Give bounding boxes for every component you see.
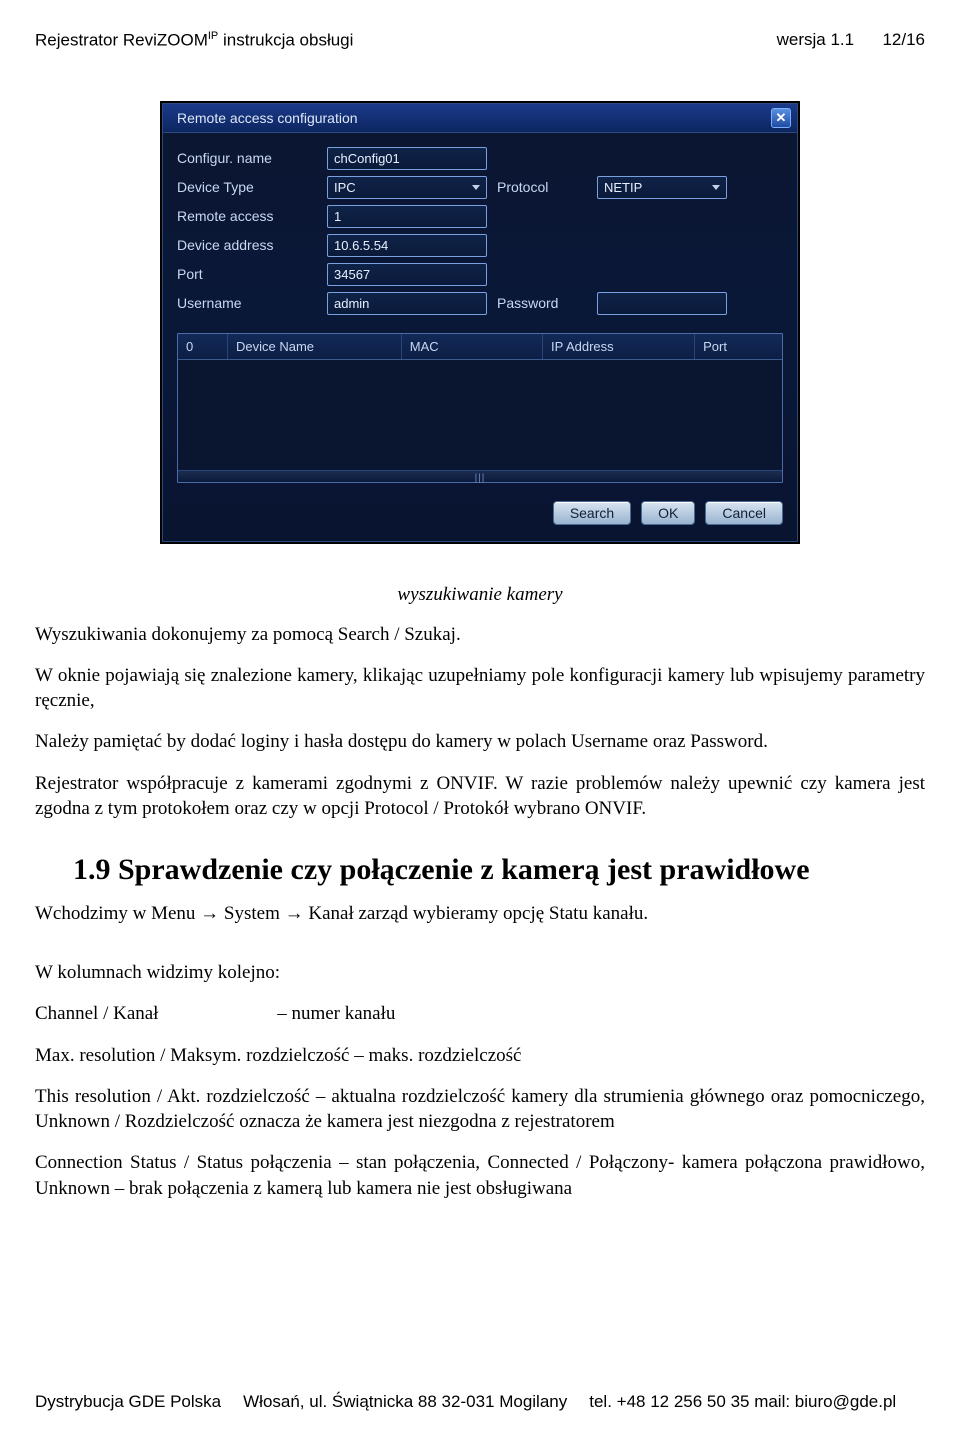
device-table: 0 Device Name MAC IP Address Port |||: [177, 333, 783, 483]
label-remote-access: Remote access: [177, 208, 317, 224]
paragraph-7: Channel / Kanał – numer kanału: [35, 1001, 925, 1026]
section-heading-1-9: 1.9 Sprawdzenie czy połączenie z kamerą …: [73, 851, 925, 889]
input-port[interactable]: [327, 263, 487, 286]
label-username: Username: [177, 295, 317, 311]
figure-caption: wyszukiwanie kamery: [35, 584, 925, 606]
dialog-body: Configur. name Device Type IPC Protocol …: [163, 133, 797, 541]
header-left: Rejestrator ReviZOOMIP instrukcja obsług…: [35, 30, 353, 51]
paragraph-8: Max. resolution / Maksym. rozdzielczość …: [35, 1043, 925, 1068]
ok-button[interactable]: OK: [641, 501, 695, 525]
paragraph-2: W oknie pojawiają się znalezione kamery,…: [35, 663, 925, 714]
select-device-type-value: IPC: [334, 180, 356, 195]
label-password: Password: [497, 295, 587, 311]
page-number: 12/16: [882, 30, 925, 49]
footer-address: Włosań, ul. Świątnicka 88 32-031 Mogilan…: [243, 1392, 567, 1412]
chevron-down-icon: [712, 185, 720, 190]
input-password[interactable]: [597, 292, 727, 315]
cancel-button[interactable]: Cancel: [705, 501, 783, 525]
input-remote-access[interactable]: [327, 205, 487, 228]
paragraph-4: Rejestrator współpracuje z kamerami zgod…: [35, 771, 925, 822]
page-footer: Dystrybucja GDE Polska Włosań, ul. Świąt…: [35, 1392, 925, 1412]
nvr-dialog-screenshot: Remote access configuration ✕ Configur. …: [160, 101, 800, 544]
paragraph-5: Wchodzimy w Menu → System → Kanał zarząd…: [35, 901, 925, 926]
label-device-address: Device address: [177, 237, 317, 253]
input-configur-name[interactable]: [327, 147, 487, 170]
footer-distributor: Dystrybucja GDE Polska: [35, 1392, 221, 1412]
label-configur-name: Configur. name: [177, 150, 317, 166]
table-header-row: 0 Device Name MAC IP Address Port: [178, 334, 782, 360]
label-port: Port: [177, 266, 317, 282]
dialog-titlebar: Remote access configuration ✕: [163, 104, 797, 133]
input-device-address[interactable]: [327, 234, 487, 257]
select-protocol[interactable]: NETIP: [597, 176, 727, 199]
label-device-type: Device Type: [177, 179, 317, 195]
paragraph-9: This resolution / Akt. rozdzielczość – a…: [35, 1084, 925, 1135]
product-name: Rejestrator ReviZOOM: [35, 31, 208, 50]
paragraph-3: Należy pamiętać by dodać loginy i hasła …: [35, 729, 925, 754]
scroll-grip-icon: |||: [475, 473, 486, 484]
screenshot-container: Remote access configuration ✕ Configur. …: [35, 101, 925, 544]
col-mac: MAC: [402, 334, 543, 359]
col-port: Port: [695, 334, 782, 359]
close-icon: ✕: [776, 110, 787, 126]
version-label: wersja 1.1: [777, 30, 854, 49]
paragraph-10: Connection Status / Status połączenia – …: [35, 1150, 925, 1201]
table-body-empty: [178, 360, 782, 470]
product-super: IP: [208, 30, 218, 42]
search-button[interactable]: Search: [553, 501, 631, 525]
paragraph-1: Wyszukiwania dokonujemy za pomocą Search…: [35, 622, 925, 647]
label-protocol: Protocol: [497, 179, 587, 195]
paragraph-6: W kolumnach widzimy kolejno:: [35, 960, 925, 985]
config-form: Configur. name Device Type IPC Protocol …: [177, 147, 783, 315]
footer-contact: tel. +48 12 256 50 35 mail: biuro@gde.pl: [589, 1392, 896, 1412]
header-right: wersja 1.1 12/16: [777, 30, 925, 51]
remote-access-dialog: Remote access configuration ✕ Configur. …: [162, 103, 798, 542]
horizontal-scrollbar[interactable]: |||: [178, 470, 782, 482]
col-ip: IP Address: [543, 334, 695, 359]
select-device-type[interactable]: IPC: [327, 176, 487, 199]
close-button[interactable]: ✕: [771, 108, 791, 128]
input-username[interactable]: [327, 292, 487, 315]
chevron-down-icon: [472, 185, 480, 190]
dialog-title-text: Remote access configuration: [177, 110, 358, 126]
product-subtitle: instrukcja obsługi: [218, 31, 353, 50]
col-device-name: Device Name: [228, 334, 402, 359]
dialog-button-row: Search OK Cancel: [177, 501, 783, 525]
col-index: 0: [178, 334, 228, 359]
page-header: Rejestrator ReviZOOMIP instrukcja obsług…: [35, 30, 925, 51]
select-protocol-value: NETIP: [604, 180, 642, 195]
